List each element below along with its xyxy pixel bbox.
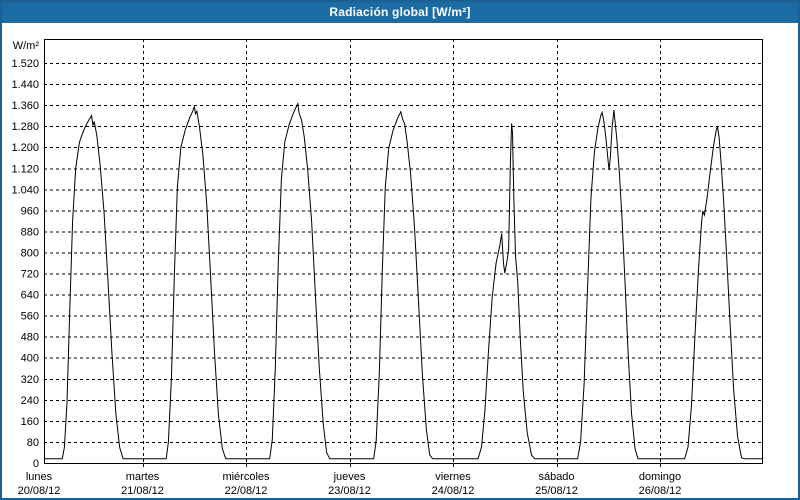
day-name-label: martes <box>126 471 160 483</box>
day-name-label: sábado <box>538 471 574 483</box>
radiation-chart-panel: Radiación global [W/m²] 0 80 160 240 320 400 4… <box>0 0 800 500</box>
y-tick-label: 1.120 <box>11 163 39 175</box>
x-axis-labels: lunes 20/08/12 martes 21/08/12 miércoles 22/0… <box>18 471 682 497</box>
y-tick-label: 1.200 <box>11 142 39 154</box>
day-name-label: jueves <box>333 471 366 483</box>
y-tick-label: 160 <box>21 416 39 428</box>
y-tick-label: 640 <box>21 290 39 302</box>
day-date-label: 21/08/12 <box>121 485 164 497</box>
chart-area: 0 80 160 240 320 400 480 560 640 720 800 880 960 1.04… <box>2 23 798 498</box>
day-date-label: 24/08/12 <box>432 485 475 497</box>
chart-title: Radiación global [W/m²] <box>329 5 471 19</box>
y-tick-label: 720 <box>21 269 39 281</box>
y-tick-label: 880 <box>21 226 39 238</box>
chart-title-bar: Radiación global [W/m²] <box>2 2 798 23</box>
y-tick-label: 0 <box>33 458 39 470</box>
y-axis-unit-label: W/m² <box>13 40 40 52</box>
y-tick-label: 800 <box>21 247 39 259</box>
y-tick-label: 80 <box>27 437 39 449</box>
day-name-label: miércoles <box>222 471 270 483</box>
y-tick-label: 1.040 <box>11 184 39 196</box>
y-tick-label: 960 <box>21 205 39 217</box>
day-name-label: viernes <box>435 471 471 483</box>
day-date-label: 23/08/12 <box>328 485 371 497</box>
y-tick-label: 1.520 <box>11 58 39 70</box>
y-tick-label: 1.280 <box>11 121 39 133</box>
day-date-label: 20/08/12 <box>18 485 61 497</box>
y-axis-labels: 0 80 160 240 320 400 480 560 640 720 800 880 960 1.04… <box>11 58 39 470</box>
y-tick-label: 560 <box>21 311 39 323</box>
y-tick-label: 1.360 <box>11 100 39 112</box>
day-date-label: 25/08/12 <box>535 485 578 497</box>
y-tick-label: 1.440 <box>11 79 39 91</box>
radiation-line-chart: 0 80 160 240 320 400 480 560 640 720 800 880 960 1.04… <box>11 39 763 497</box>
plot-background <box>44 39 762 463</box>
y-tick-label: 400 <box>21 353 39 365</box>
day-date-label: 22/08/12 <box>225 485 268 497</box>
y-tick-label: 320 <box>21 374 39 386</box>
y-tick-label: 240 <box>21 395 39 407</box>
y-tick-label: 480 <box>21 332 39 344</box>
day-name-label: lunes <box>26 471 53 483</box>
day-name-label: domingo <box>639 471 681 483</box>
day-date-label: 26/08/12 <box>639 485 682 497</box>
